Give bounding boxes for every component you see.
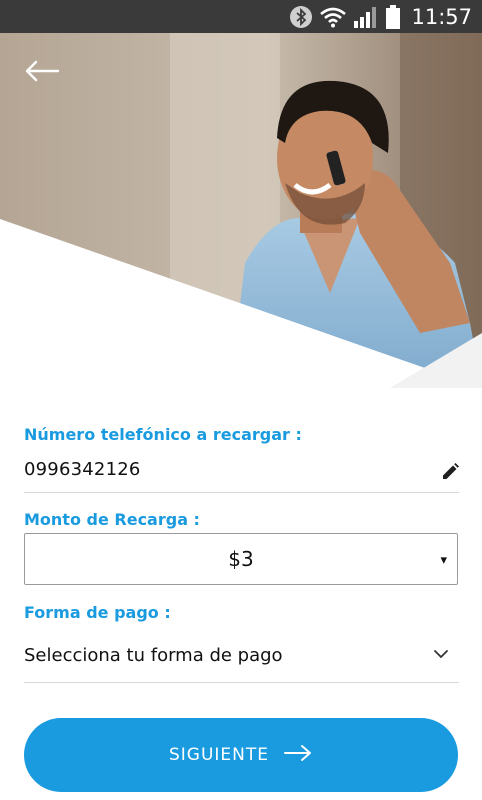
payment-placeholder: Selecciona tu forma de pago xyxy=(24,644,283,666)
phone-number-field[interactable]: 0996342126 xyxy=(24,459,141,480)
status-bar: 11:57 xyxy=(0,0,482,33)
next-button-label: SIGUIENTE xyxy=(168,745,270,765)
hero-image xyxy=(0,33,482,388)
payment-method-select[interactable]: Selecciona tu forma de pago xyxy=(24,635,459,675)
payment-field-underline xyxy=(24,682,459,683)
amount-selected-value: $3 xyxy=(228,547,254,571)
back-button[interactable] xyxy=(22,56,62,86)
arrow-right-icon xyxy=(283,744,313,767)
chevron-down-icon xyxy=(433,647,449,665)
pencil-icon[interactable] xyxy=(440,462,460,482)
amount-label: Monto de Recarga : xyxy=(24,510,200,529)
status-time: 11:57 xyxy=(411,4,472,29)
payment-label: Forma de pago : xyxy=(24,603,171,622)
battery-icon xyxy=(385,4,401,30)
phone-field-underline xyxy=(24,492,459,493)
signal-icon xyxy=(353,5,379,29)
arrow-left-icon xyxy=(25,60,60,82)
amount-select[interactable]: $3 ▾ xyxy=(24,533,458,585)
wifi-icon xyxy=(319,6,347,28)
next-button[interactable]: SIGUIENTE xyxy=(24,718,458,792)
caret-down-icon: ▾ xyxy=(440,552,447,567)
phone-label: Número telefónico a recargar : xyxy=(24,425,302,444)
bluetooth-icon xyxy=(289,5,313,29)
